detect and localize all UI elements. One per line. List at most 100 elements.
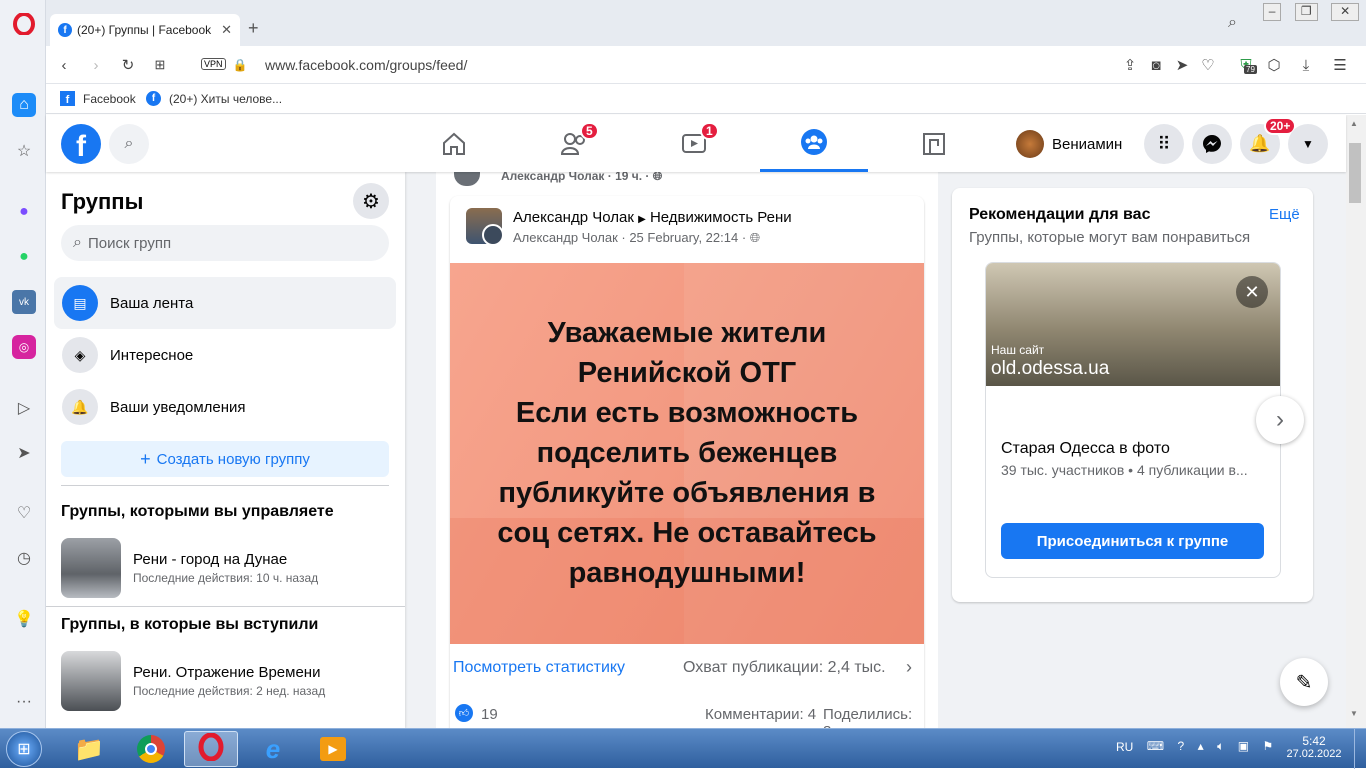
taskbar-chrome[interactable] xyxy=(124,731,178,767)
extension-icon[interactable]: ⛨79 xyxy=(1236,55,1257,75)
tab-search-icon[interactable]: ⌕ xyxy=(1228,14,1237,32)
profile-button[interactable]: Вениамин xyxy=(1016,127,1122,161)
view-stats-link[interactable]: Посмотреть статистику xyxy=(453,659,625,677)
start-button[interactable]: ⊞ xyxy=(6,731,42,767)
heart-icon[interactable]: ♡ xyxy=(12,501,36,525)
like-reaction-icon[interactable]: 👍︎ xyxy=(455,704,473,722)
taskbar-explorer[interactable]: 📁 xyxy=(62,731,116,767)
create-group-button[interactable]: + Создать новую группу xyxy=(61,441,389,477)
post-meta: Александр Чолак · 25 February, 22:14 · 🌐… xyxy=(513,230,760,246)
chevron-right-icon[interactable]: › xyxy=(906,657,912,678)
account-menu-button[interactable]: ▼ xyxy=(1288,124,1328,164)
bookmark-hits[interactable]: f (20+) Хиты челове... xyxy=(146,91,282,106)
tips-icon[interactable]: 💡 xyxy=(12,607,36,631)
forward-icon[interactable]: › xyxy=(86,55,106,75)
maximize-icon[interactable]: ❐ xyxy=(1294,3,1318,21)
next-chevron-icon[interactable]: › xyxy=(1256,396,1304,444)
share-count[interactable]: Поделились: 8 xyxy=(823,706,924,728)
heart-bookmark-icon[interactable]: ♡ xyxy=(1198,55,1218,75)
scroll-down-icon[interactable]: ▼ xyxy=(1350,709,1358,718)
easy-setup-icon[interactable]: ☰ xyxy=(1330,55,1350,75)
joined-group-item[interactable]: Рени. Отражение Времени Последние действ… xyxy=(61,651,391,711)
taskbar-media[interactable]: ▶ xyxy=(306,731,360,767)
flow-icon[interactable]: ➤ xyxy=(12,441,36,465)
nav-gaming[interactable] xyxy=(880,115,988,172)
group-search[interactable]: ⌕ Поиск групп xyxy=(61,225,389,261)
taskbar-opera[interactable] xyxy=(184,731,238,767)
media-player-icon: ▶ xyxy=(320,737,346,761)
messenger-icon[interactable]: ● xyxy=(12,200,36,224)
sidebar-item-notifications[interactable]: 🔔 Ваши уведомления xyxy=(54,381,396,433)
minimize-icon[interactable]: – xyxy=(1262,3,1282,21)
divider xyxy=(46,606,405,607)
page-scrollbar[interactable]: ▲ ▼ xyxy=(1346,115,1366,728)
bookmarks-star-icon[interactable]: ☆ xyxy=(12,139,36,163)
suggested-group-name[interactable]: Старая Одесса в фото xyxy=(1001,440,1170,458)
send-icon[interactable]: ➤ xyxy=(1172,55,1192,75)
player-icon[interactable]: ▷ xyxy=(12,396,36,420)
nav-watch[interactable]: 1 xyxy=(640,115,748,172)
sidebar-item-feed[interactable]: ▤ Ваша лента xyxy=(54,277,396,329)
like-count[interactable]: 19 xyxy=(481,706,498,723)
nav-home[interactable] xyxy=(400,115,508,172)
comment-count[interactable]: Комментарии: 4 xyxy=(705,706,816,723)
back-icon[interactable]: ‹ xyxy=(54,55,74,75)
group-suggestion-card[interactable]: Наш сайт old.odessa.ua ✕ Старая Одесса в… xyxy=(985,262,1281,578)
post-author[interactable]: Александр Чолак xyxy=(513,209,634,226)
author-avatar[interactable] xyxy=(482,224,504,246)
lock-icon[interactable]: 🔒 xyxy=(230,55,250,75)
menu-grid-icon[interactable]: ⠿ xyxy=(1144,124,1184,164)
flag-icon[interactable]: ⚑ xyxy=(1263,739,1274,754)
tray-expand-icon[interactable]: ▴ xyxy=(1198,739,1204,754)
reload-icon[interactable]: ↻ xyxy=(118,55,138,75)
post-group[interactable]: Недвижимость Рени xyxy=(650,209,792,226)
snapshot-icon[interactable]: ◙ xyxy=(1146,55,1166,75)
bell-icon: 🔔 xyxy=(62,389,98,425)
suggested-group-meta: 39 тыс. участников • 4 публикации в... xyxy=(1001,462,1248,478)
settings-gear-icon[interactable]: ⚙ xyxy=(353,183,389,219)
close-window-icon[interactable]: ✕ xyxy=(1331,3,1360,21)
language-indicator[interactable]: RU xyxy=(1116,740,1133,754)
speed-dial-icon[interactable]: ⌂ xyxy=(12,93,36,117)
tabs-grid-icon[interactable]: ⊞ xyxy=(150,55,170,75)
clock[interactable]: 5:42 27.02.2022 xyxy=(1286,734,1342,760)
sidebar-item-discover[interactable]: ◈ Интересное xyxy=(54,329,396,381)
search-input[interactable]: Поиск групп xyxy=(88,235,171,252)
post-background-image[interactable]: Уважаемые жители Ренийской ОТГ Если есть… xyxy=(450,263,924,644)
nav-friends[interactable]: 5 xyxy=(520,115,628,172)
download-icon[interactable]: ⤓ xyxy=(1296,55,1316,75)
taskbar-ie[interactable]: e xyxy=(246,731,300,767)
whatsapp-icon[interactable]: ● xyxy=(12,245,36,269)
messenger-button[interactable] xyxy=(1192,124,1232,164)
facebook-logo-icon[interactable]: f xyxy=(61,124,101,164)
url-field[interactable]: www.facebook.com/groups/feed/ xyxy=(265,57,467,73)
scroll-up-icon[interactable]: ▲ xyxy=(1350,119,1358,128)
nav-groups[interactable] xyxy=(760,115,868,172)
new-tab-icon[interactable]: + xyxy=(248,18,259,39)
see-more-link[interactable]: Ещё xyxy=(1269,206,1300,223)
new-message-compose-icon[interactable]: ✎ xyxy=(1280,658,1328,706)
folder-icon: 📁 xyxy=(74,735,104,763)
close-tab-icon[interactable]: ✕ xyxy=(221,22,232,38)
opera-logo-icon[interactable] xyxy=(12,12,36,36)
keyboard-icon[interactable]: ⌨ xyxy=(1147,739,1164,754)
vpn-badge[interactable]: VPN xyxy=(201,58,226,70)
search-icon[interactable]: ⌕ xyxy=(109,124,149,164)
volume-icon[interactable]: 🔈︎ xyxy=(1217,739,1224,754)
vk-icon[interactable]: vk xyxy=(12,290,36,314)
dismiss-icon[interactable]: ✕ xyxy=(1236,276,1268,308)
help-icon[interactable]: ? xyxy=(1177,739,1184,754)
join-group-button[interactable]: Присоединиться к группе xyxy=(1001,523,1264,559)
managed-group-item[interactable]: Рени - город на Дунае Последние действия… xyxy=(61,538,391,598)
groups-icon xyxy=(801,129,827,155)
instagram-icon[interactable]: ◎ xyxy=(12,335,36,359)
cube-icon[interactable]: ⬡ xyxy=(1264,55,1284,75)
bookmark-facebook[interactable]: f Facebook xyxy=(60,91,136,106)
show-desktop-button[interactable] xyxy=(1354,729,1366,769)
network-icon[interactable]: ▣ xyxy=(1238,739,1249,754)
scroll-thumb[interactable] xyxy=(1349,143,1361,203)
tab-facebook[interactable]: f (20+) Группы | Facebook ✕ xyxy=(50,14,240,46)
share-icon[interactable]: ⇪ xyxy=(1120,55,1140,75)
more-icon[interactable]: ··· xyxy=(12,690,36,714)
history-icon[interactable]: ◷ xyxy=(12,546,36,570)
